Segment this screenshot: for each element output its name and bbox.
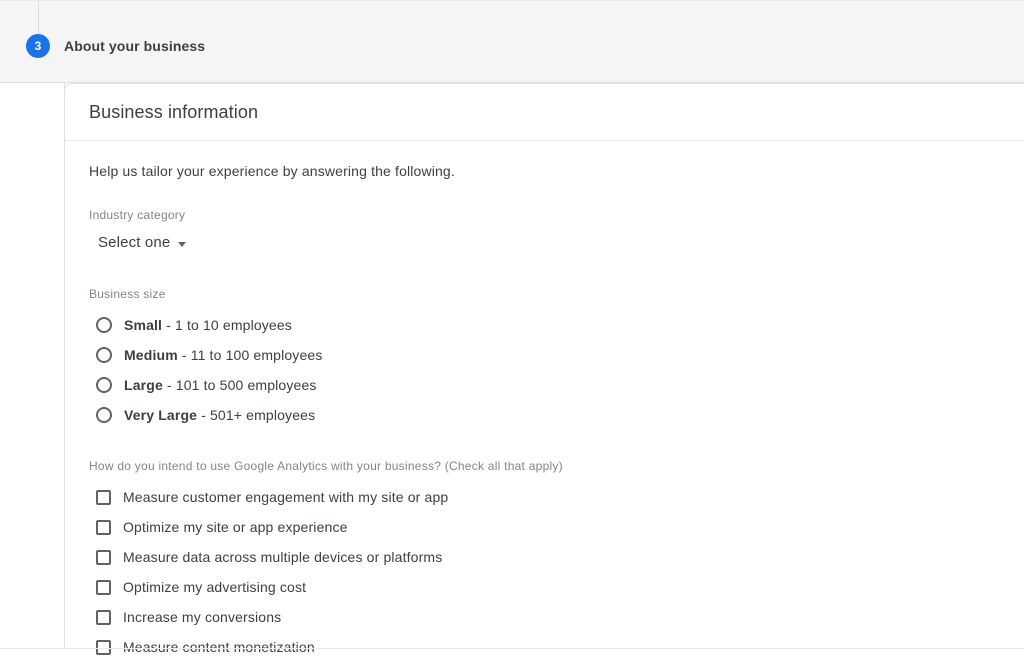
intro-text: Help us tailor your experience by answer…	[89, 163, 455, 179]
checkbox-icon[interactable]	[96, 519, 111, 535]
radio-label: Small - 1 to 10 employees	[124, 315, 292, 335]
business-size-label: Business size	[89, 287, 166, 301]
step-header-band: 3 About your business	[0, 0, 1024, 83]
radio-option-medium[interactable]: Medium - 11 to 100 employees	[89, 340, 1000, 370]
checkbox-icon[interactable]	[96, 639, 111, 655]
checkbox-label: Measure customer engagement with my site…	[123, 489, 449, 505]
intent-group: How do you intend to use Google Analytic…	[89, 458, 1000, 662]
radio-option-large[interactable]: Large - 101 to 500 employees	[89, 370, 1000, 400]
step-title: About your business	[64, 38, 206, 54]
checkbox-label: Increase my conversions	[123, 609, 282, 625]
business-size-group: Business size Small - 1 to 10 employees …	[89, 286, 1000, 430]
card-header: Business information	[65, 84, 1024, 141]
radio-label-detail: - 11 to 100 employees	[177, 347, 323, 363]
radio-label-name: Small	[124, 317, 163, 333]
checkbox-option-measure-engagement[interactable]: Measure customer engagement with my site…	[89, 482, 1000, 512]
checkbox-icon[interactable]	[96, 609, 111, 625]
checkbox-icon[interactable]	[96, 549, 111, 565]
step-connector-line	[38, 1, 39, 34]
industry-category-select[interactable]: Select one	[98, 233, 187, 253]
checkbox-option-measure-cross-device[interactable]: Measure data across multiple devices or …	[89, 542, 1000, 572]
step-number-badge: 3	[26, 34, 50, 58]
radio-icon[interactable]	[96, 407, 112, 423]
business-information-card: Business information Help us tailor your…	[64, 83, 1024, 655]
checkbox-label: Measure data across multiple devices or …	[123, 549, 443, 565]
radio-label-detail: - 101 to 500 employees	[162, 377, 317, 393]
radio-icon[interactable]	[96, 347, 112, 363]
radio-label-name: Very Large	[124, 407, 198, 423]
checkbox-option-increase-conversions[interactable]: Increase my conversions	[89, 602, 1000, 632]
intent-label: How do you intend to use Google Analytic…	[89, 459, 563, 473]
checkbox-label: Measure content monetization	[123, 639, 315, 655]
radio-label-detail: - 1 to 10 employees	[162, 317, 292, 333]
radio-label: Large - 101 to 500 employees	[124, 375, 317, 395]
radio-label-detail: - 501+ employees	[197, 407, 316, 423]
industry-category-label: Industry category	[89, 208, 186, 222]
page-bottom-divider	[0, 648, 1024, 649]
industry-category-field: Industry category Select one	[89, 207, 1000, 253]
radio-option-very-large[interactable]: Very Large - 501+ employees	[89, 400, 1000, 430]
industry-category-value: Select one	[98, 234, 171, 251]
card-body: Help us tailor your experience by answer…	[65, 141, 1024, 662]
checkbox-icon[interactable]	[96, 489, 111, 505]
checkbox-option-optimize-ad-cost[interactable]: Optimize my advertising cost	[89, 572, 1000, 602]
radio-label-name: Large	[124, 377, 163, 393]
radio-label: Very Large - 501+ employees	[124, 405, 315, 425]
checkbox-label: Optimize my site or app experience	[123, 519, 348, 535]
radio-icon[interactable]	[96, 377, 112, 393]
checkbox-label: Optimize my advertising cost	[123, 579, 307, 595]
radio-option-small[interactable]: Small - 1 to 10 employees	[89, 310, 1000, 340]
checkbox-icon[interactable]	[96, 579, 111, 595]
checkbox-option-optimize-experience[interactable]: Optimize my site or app experience	[89, 512, 1000, 542]
chevron-down-icon	[178, 241, 187, 247]
radio-icon[interactable]	[96, 317, 112, 333]
card-title: Business information	[89, 101, 259, 122]
checkbox-option-content-monetization[interactable]: Measure content monetization	[89, 632, 1000, 662]
radio-label: Medium - 11 to 100 employees	[124, 345, 322, 365]
radio-label-name: Medium	[124, 347, 178, 363]
